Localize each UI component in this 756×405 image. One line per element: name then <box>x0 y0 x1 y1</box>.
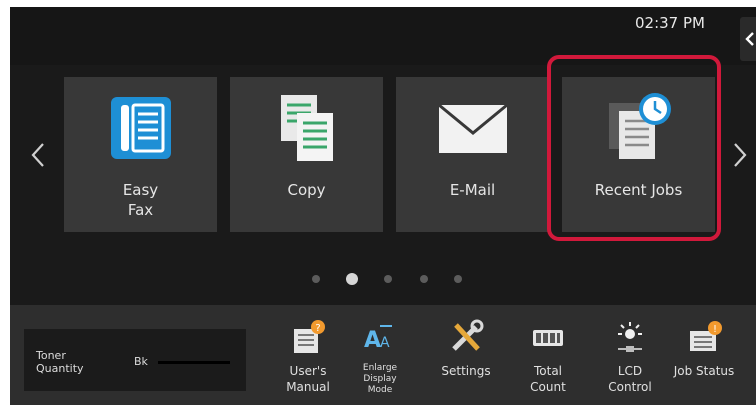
button-label: LCD Control <box>608 364 652 394</box>
button-label: Settings <box>441 364 491 378</box>
enlarge-text-icon: A A <box>346 317 414 357</box>
manual-icon: ? <box>274 317 342 357</box>
chevron-left-icon <box>31 143 44 167</box>
page-dot[interactable] <box>312 275 320 283</box>
lcd-control-button[interactable]: LCD Control <box>596 313 664 403</box>
svg-text:A: A <box>380 335 390 351</box>
device-screen: 02:37 PM Easy Fax Copy E-Mail Recent Job… <box>10 7 756 405</box>
tile-label: E-Mail <box>449 181 496 199</box>
next-page-button[interactable] <box>730 140 750 170</box>
page-dot-active[interactable] <box>346 273 358 285</box>
email-tile[interactable]: E-Mail <box>396 77 549 232</box>
job-status-icon: ! <box>670 317 738 357</box>
copy-icon <box>230 89 383 179</box>
svg-text:A: A <box>364 328 381 353</box>
toner-quantity-panel: Toner Quantity Bk <box>24 329 246 391</box>
button-label: Job Status <box>673 364 735 378</box>
svg-text:?: ? <box>315 323 320 334</box>
brightness-icon <box>596 317 664 357</box>
bottom-bar: Toner Quantity Bk ? User's Manual A A En… <box>10 305 756 405</box>
users-manual-button[interactable]: ? User's Manual <box>274 313 342 403</box>
toner-level-bar <box>158 361 230 364</box>
chevron-right-icon <box>734 143 747 167</box>
page-dot[interactable] <box>384 275 392 283</box>
toner-color-label: Bk <box>134 355 148 368</box>
settings-button[interactable]: Settings <box>432 313 500 403</box>
highlight-frame <box>547 55 721 241</box>
page-dot[interactable] <box>420 275 428 283</box>
page-indicator <box>312 272 472 286</box>
button-label: User's Manual <box>286 364 330 394</box>
toner-label: Toner Quantity <box>36 349 84 375</box>
easy-fax-tile[interactable]: Easy Fax <box>64 77 217 232</box>
job-status-button[interactable]: ! Job Status <box>670 313 738 403</box>
side-panel-tab[interactable] <box>740 17 756 61</box>
button-label: Enlarge Display Mode <box>362 363 398 395</box>
page-dot[interactable] <box>454 275 462 283</box>
envelope-icon <box>396 89 549 179</box>
tile-label: Easy Fax <box>122 181 159 219</box>
total-count-button[interactable]: Total Count <box>514 313 582 403</box>
counter-icon <box>514 317 582 357</box>
copy-tile[interactable]: Copy <box>230 77 383 232</box>
previous-page-button[interactable] <box>28 140 48 170</box>
chevron-left-icon <box>745 32 754 46</box>
enlarge-display-mode-button[interactable]: A A Enlarge Display Mode <box>346 313 414 403</box>
settings-tools-icon <box>432 317 500 357</box>
svg-text:!: ! <box>713 324 717 335</box>
tile-label: Copy <box>287 181 326 199</box>
fax-icon <box>64 89 217 179</box>
button-label: Total Count <box>530 364 566 394</box>
clock: 02:37 PM <box>635 14 705 32</box>
